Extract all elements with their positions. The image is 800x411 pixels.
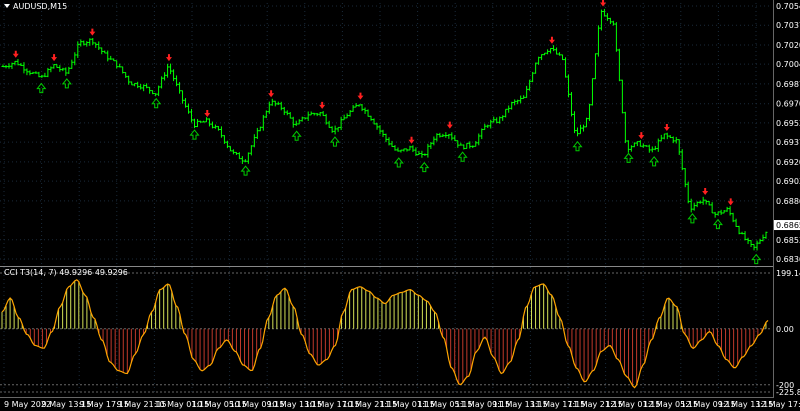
price-tick-label: 0.69370 (776, 138, 800, 147)
indicator-label: CCI T3(14, 7) 49.9296 49.9296 (4, 268, 128, 277)
price-tick-label: 0.70205 (776, 41, 800, 50)
cci-tick-label: 199.1415 (776, 269, 800, 278)
price-tick-label: 0.69035 (776, 177, 800, 186)
chart-window[interactable]: 0.70540 0.70375 0.70205 0.70040 0.69870 0.697… (0, 0, 800, 411)
time-scale[interactable]: 9 May 20229 May 13:159 May 17:159 May 21… (4, 400, 800, 409)
cci-tick-label: -225.8061 (776, 388, 800, 397)
price-tick-label: 0.68865 (776, 197, 800, 206)
price-tick-label: 0.70375 (776, 21, 800, 30)
price-tick-label: 0.69870 (776, 80, 800, 89)
current-price-tag: 0.68657 (774, 220, 800, 231)
price-tick-label: 0.69535 (776, 119, 800, 128)
price-tick-label: 0.69200 (776, 158, 800, 167)
price-tick-label: 0.69700 (776, 100, 800, 109)
symbol-title: AUDUSD,M15 (13, 2, 67, 11)
cci-tick-label: 0.00 (776, 325, 794, 334)
svg-text:0.68657: 0.68657 (776, 221, 800, 230)
price-tick-label: 0.68530 (776, 236, 800, 245)
price-tick-label: 0.68365 (776, 255, 800, 264)
price-tick-label: 0.70540 (776, 2, 800, 11)
price-tick-label: 0.70040 (776, 60, 800, 69)
chart-background (0, 0, 800, 411)
time-tick-label: 12 May 17:15 (756, 400, 800, 409)
